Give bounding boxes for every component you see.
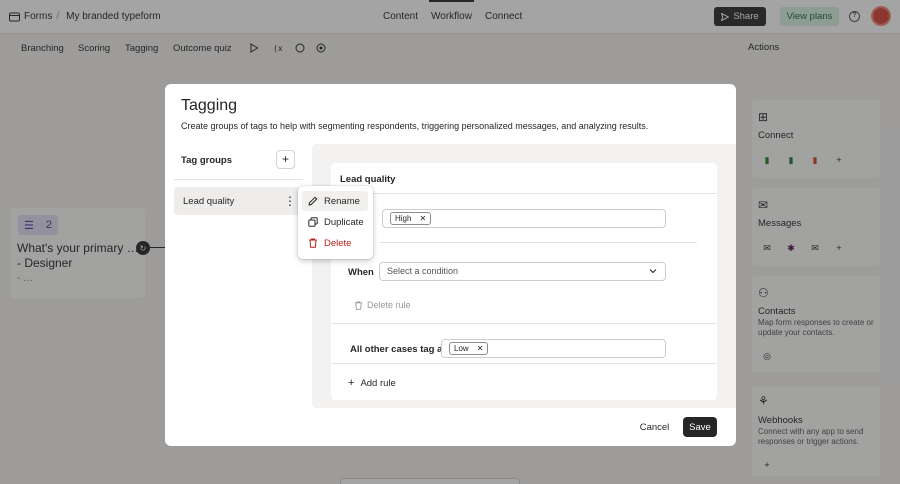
tag-group-label: Lead quality: [183, 196, 235, 207]
tag-chip-high: High ✕: [390, 212, 432, 225]
condition-placeholder: Select a condition: [387, 266, 459, 276]
menu-item-delete[interactable]: Delete: [302, 233, 368, 253]
tag-chip-low: Low ✕: [449, 342, 489, 355]
rules-separator: [331, 363, 717, 364]
add-rule-button[interactable]: + Add rule: [348, 377, 396, 389]
rules-separator: [331, 323, 717, 324]
delete-rule-label: Delete rule: [367, 300, 411, 310]
save-button[interactable]: Save: [683, 417, 717, 437]
menu-item-duplicate-label: Duplicate: [324, 216, 364, 228]
trash-icon: [309, 238, 317, 248]
menu-item-rename-label: Rename: [324, 195, 360, 207]
trash-icon: [354, 300, 363, 310]
remove-tag-icon[interactable]: ✕: [477, 343, 484, 354]
tag-group-item[interactable]: Lead quality ⋮: [174, 187, 301, 215]
add-rule-label: Add rule: [360, 377, 396, 389]
tag-chip-high-label: High: [395, 214, 412, 223]
tag-chip-low-label: Low: [454, 344, 469, 353]
tag-rules-card: Lead quality High ✕ When Select a condit…: [331, 163, 717, 400]
rule-tag-input[interactable]: High ✕: [382, 209, 666, 228]
modal-description: Create groups of tags to help with segme…: [181, 121, 649, 131]
condition-select[interactable]: Select a condition: [379, 262, 666, 281]
tag-group-context-menu: Rename Duplicate Delete: [298, 186, 373, 259]
remove-tag-icon[interactable]: ✕: [419, 213, 426, 224]
other-cases-tag-input[interactable]: Low ✕: [441, 339, 666, 358]
delete-rule-button[interactable]: Delete rule: [354, 300, 411, 310]
cancel-button[interactable]: Cancel: [632, 418, 677, 437]
tag-rules-panel: Lead quality High ✕ When Select a condit…: [312, 144, 736, 408]
chevron-down-icon: [649, 269, 657, 274]
plus-icon: +: [348, 377, 355, 389]
other-cases-label: All other cases tag as: [350, 344, 448, 355]
when-label: When: [348, 267, 374, 278]
menu-item-delete-label: Delete: [324, 237, 352, 249]
pencil-icon: [308, 196, 318, 206]
rules-separator: [331, 193, 717, 194]
duplicate-icon: [308, 217, 318, 227]
tagging-modal: Tagging Create groups of tags to help wi…: [165, 84, 736, 446]
tag-groups-divider: [174, 179, 302, 180]
menu-item-duplicate[interactable]: Duplicate: [302, 212, 368, 232]
modal-title: Tagging: [181, 97, 238, 114]
tag-groups-title: Tag groups: [181, 155, 233, 166]
rule-inner-separator: [379, 242, 697, 243]
menu-item-rename[interactable]: Rename: [302, 191, 368, 211]
add-tag-group-button[interactable]: +: [276, 150, 295, 169]
more-options-icon[interactable]: ⋮: [284, 194, 296, 208]
tag-group-heading: Lead quality: [340, 174, 396, 185]
